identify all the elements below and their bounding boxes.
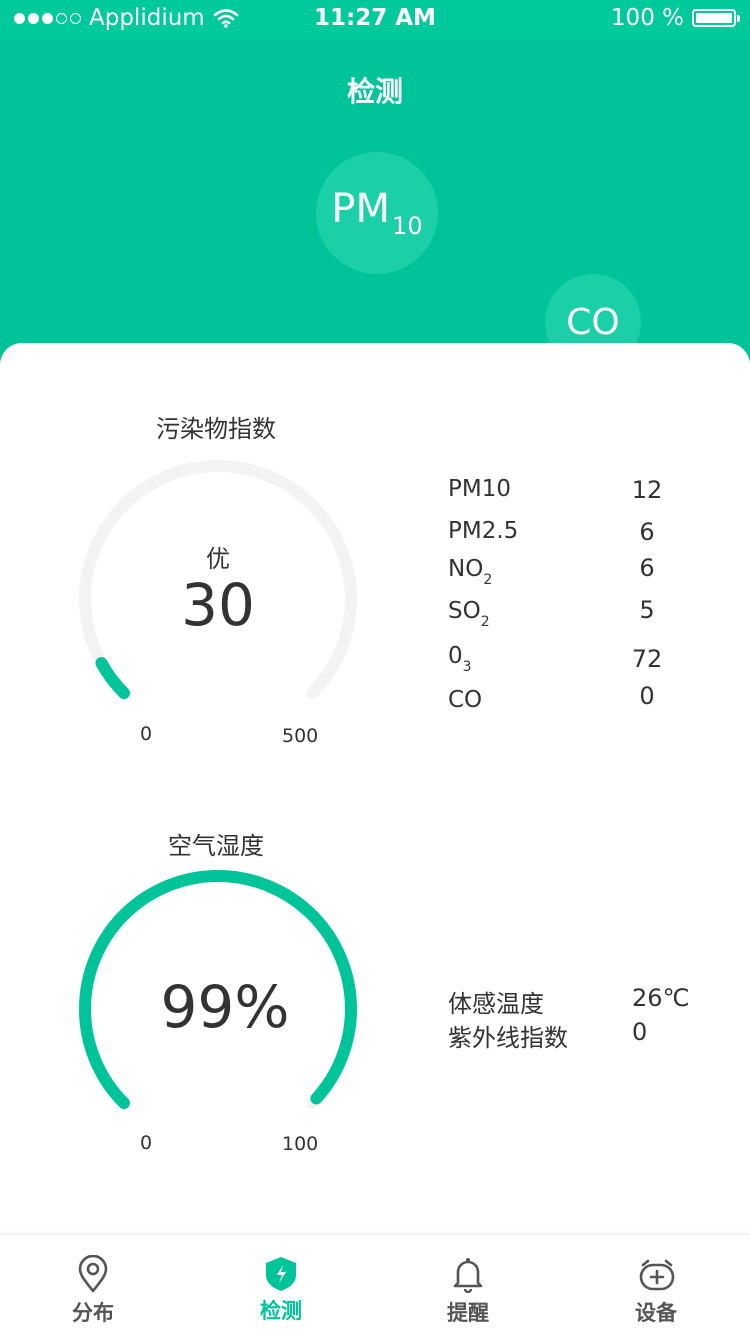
humidity-title: 空气湿度 (168, 832, 264, 860)
bubble-co-label: CO (566, 302, 620, 343)
pollutant-name-o3: 03 (448, 643, 472, 675)
humidity-max-label: 100 (282, 1133, 319, 1155)
tab-distribution[interactable]: 分布 (33, 1235, 153, 1335)
battery-icon (692, 9, 740, 27)
pollutant-value-no2: 6 (639, 554, 655, 582)
tab-distribution-label: 分布 (72, 1301, 114, 1325)
feels-like-label: 体感温度 (448, 990, 544, 1018)
location-pin-icon (78, 1255, 108, 1293)
pollutant-name-pm10: PM10 (448, 476, 511, 502)
shield-bolt-icon (266, 1257, 296, 1291)
pollutant-value-o3: 72 (631, 645, 663, 673)
pollutant-name-so2: SO2 (448, 598, 490, 630)
bubble-pm10-label: PM10 (331, 186, 423, 240)
battery-area: 100 % (610, 5, 740, 31)
main-card: 污染物指数 优 30 0 500 PM10 12 PM2.5 6 NO2 6 S… (0, 343, 750, 1233)
pollutant-name-pm25: PM2.5 (448, 518, 519, 544)
battery-percent: 100 % (610, 5, 684, 31)
bubble-pm10[interactable]: PM10 (316, 152, 438, 274)
tab-detection-label: 检测 (260, 1299, 302, 1323)
tab-reminder[interactable]: 提醒 (408, 1235, 528, 1335)
tab-device[interactable]: 设备 (596, 1235, 716, 1335)
pollutant-name-co: CO (448, 687, 483, 713)
uv-index-value: 0 (632, 1018, 648, 1046)
device-robot-icon (639, 1259, 675, 1291)
pollutant-value-pm25: 6 (639, 518, 655, 546)
pollutant-value-co: 0 (639, 682, 655, 710)
pollution-title: 污染物指数 (156, 415, 276, 443)
tab-detection[interactable]: 检测 (221, 1235, 341, 1335)
tab-bar: 分布 检测 提醒 设备 (0, 1234, 750, 1335)
humidity-min-label: 0 (140, 1132, 153, 1154)
pollutant-value-pm10: 12 (631, 476, 663, 504)
humidity-value: 99% (160, 973, 290, 1041)
tab-reminder-label: 提醒 (447, 1301, 489, 1325)
feels-like-value: 26℃ (632, 984, 690, 1012)
pollutant-value-so2: 5 (639, 596, 655, 624)
status-bar: Applidium 11:27 AM 100 % (0, 0, 750, 40)
uv-index-label: 紫外线指数 (448, 1024, 568, 1052)
pollution-max-label: 500 (282, 725, 319, 747)
pollution-min-label: 0 (140, 723, 153, 745)
pollution-value: 30 (181, 571, 255, 639)
bell-icon (453, 1258, 483, 1293)
pollution-gauge-fill (95, 657, 130, 700)
page-title: 检测 (346, 75, 403, 108)
hero-header: 检测 PM10 CO (0, 40, 750, 370)
pollutant-name-no2: NO2 (448, 556, 493, 588)
tab-device-label: 设备 (635, 1301, 677, 1325)
pollution-level: 优 (206, 545, 230, 573)
